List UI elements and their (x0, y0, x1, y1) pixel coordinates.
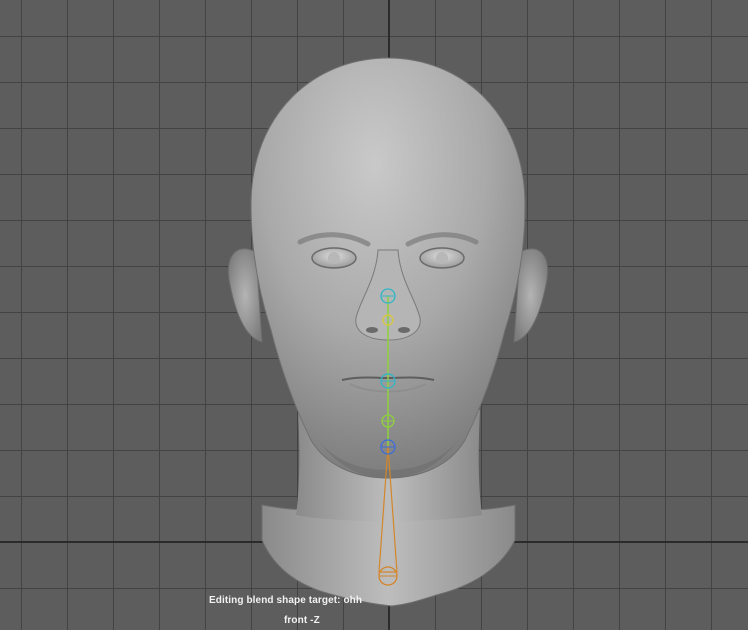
scene-canvas[interactable] (0, 0, 748, 630)
iris-left (328, 252, 340, 264)
viewport-front[interactable]: Editing blend shape target: ohh front -Z (0, 0, 748, 630)
camera-label: front -Z (284, 615, 320, 626)
nostril-right (398, 327, 410, 333)
blend-shape-status: Editing blend shape target: ohh (209, 595, 363, 606)
iris-right (436, 252, 448, 264)
nostril-left (366, 327, 378, 333)
